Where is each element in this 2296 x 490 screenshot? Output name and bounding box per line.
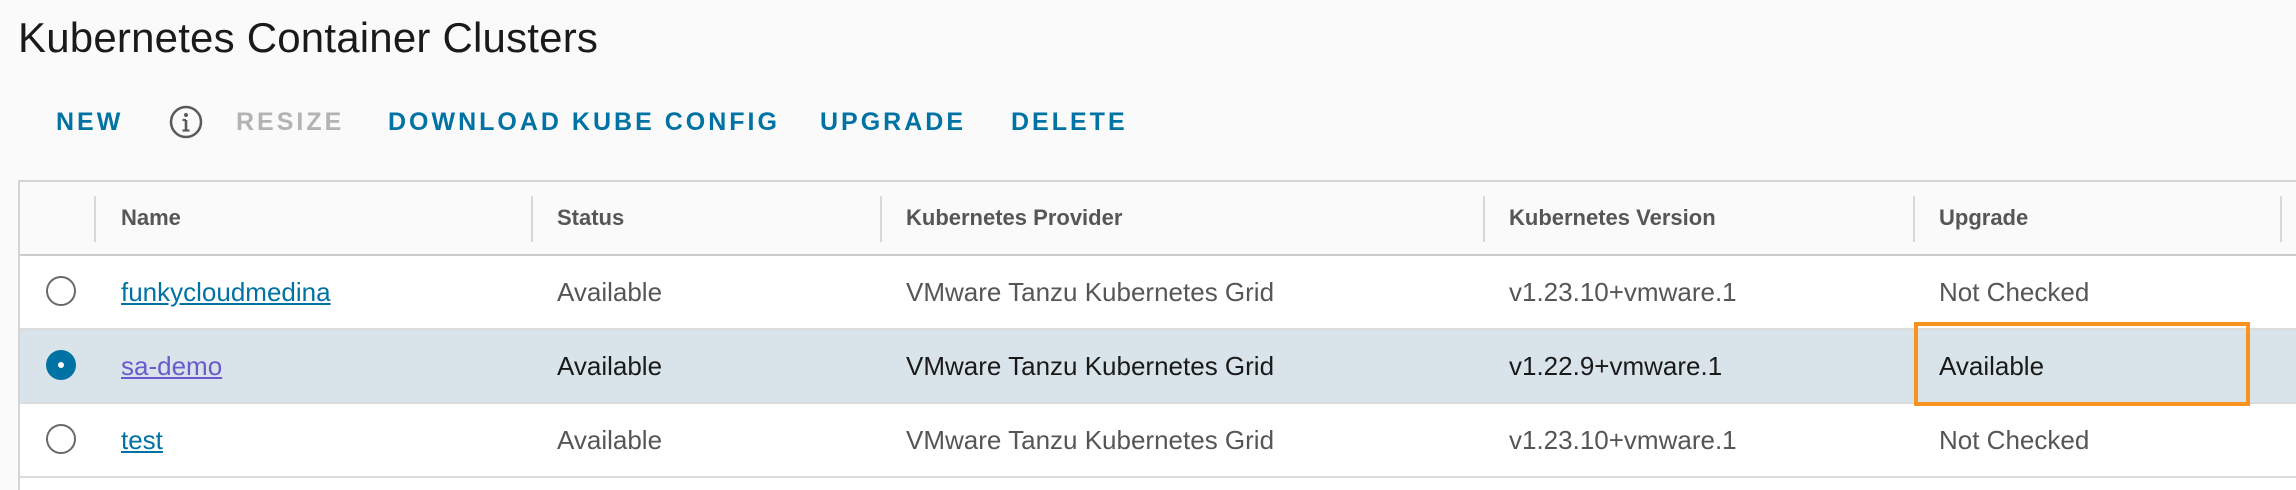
version-cell: v1.23.10+vmware.1 xyxy=(1509,425,1737,455)
row-select-radio[interactable] xyxy=(46,350,76,380)
new-button[interactable]: NEW xyxy=(56,100,123,144)
page-title: Kubernetes Container Clusters xyxy=(18,14,599,61)
cluster-name-link[interactable]: funkycloudmedina xyxy=(121,256,331,328)
column-header-name[interactable]: Name xyxy=(121,182,181,254)
column-header-upgrade[interactable]: Upgrade xyxy=(1939,182,2028,254)
version-cell: v1.22.9+vmware.1 xyxy=(1509,351,1723,381)
status-cell: Available xyxy=(557,277,663,307)
cluster-name-link[interactable]: test xyxy=(121,404,163,476)
resize-button[interactable]: RESIZE xyxy=(236,100,344,144)
table-row[interactable]: sa-demo Available VMware Tanzu Kubernete… xyxy=(20,330,2296,404)
column-separator[interactable] xyxy=(1913,196,1915,242)
column-separator[interactable] xyxy=(1483,196,1485,242)
provider-cell: VMware Tanzu Kubernetes Grid xyxy=(906,425,1275,455)
upgrade-cell: Not Checked xyxy=(1939,425,2090,455)
provider-cell: VMware Tanzu Kubernetes Grid xyxy=(906,351,1275,381)
status-cell: Available xyxy=(557,351,663,381)
row-select-radio[interactable] xyxy=(46,276,76,306)
cluster-name-link[interactable]: sa-demo xyxy=(121,330,222,402)
clusters-datagrid: Name Status Kubernetes Provider Kubernet… xyxy=(18,180,2296,490)
column-separator[interactable] xyxy=(2280,196,2282,242)
download-kube-config-button[interactable]: DOWNLOAD KUBE CONFIG xyxy=(388,100,780,144)
info-icon[interactable] xyxy=(168,104,204,140)
upgrade-button[interactable]: UPGRADE xyxy=(820,100,966,144)
table-row[interactable]: funkycloudmedina Available VMware Tanzu … xyxy=(20,256,2296,330)
column-separator[interactable] xyxy=(880,196,882,242)
provider-cell: VMware Tanzu Kubernetes Grid xyxy=(906,277,1275,307)
column-header-provider[interactable]: Kubernetes Provider xyxy=(906,182,1122,254)
status-cell: Available xyxy=(557,425,663,455)
delete-button[interactable]: DELETE xyxy=(1011,100,1128,144)
column-header-status[interactable]: Status xyxy=(557,182,624,254)
column-separator[interactable] xyxy=(94,196,96,242)
upgrade-cell: Available xyxy=(1939,351,2045,381)
row-select-radio[interactable] xyxy=(46,424,76,454)
column-separator[interactable] xyxy=(531,196,533,242)
upgrade-cell: Not Checked xyxy=(1939,277,2090,307)
version-cell: v1.23.10+vmware.1 xyxy=(1509,277,1737,307)
table-row[interactable]: test Available VMware Tanzu Kubernetes G… xyxy=(20,404,2296,478)
table-header: Name Status Kubernetes Provider Kubernet… xyxy=(20,182,2296,256)
column-header-version[interactable]: Kubernetes Version xyxy=(1509,182,1716,254)
